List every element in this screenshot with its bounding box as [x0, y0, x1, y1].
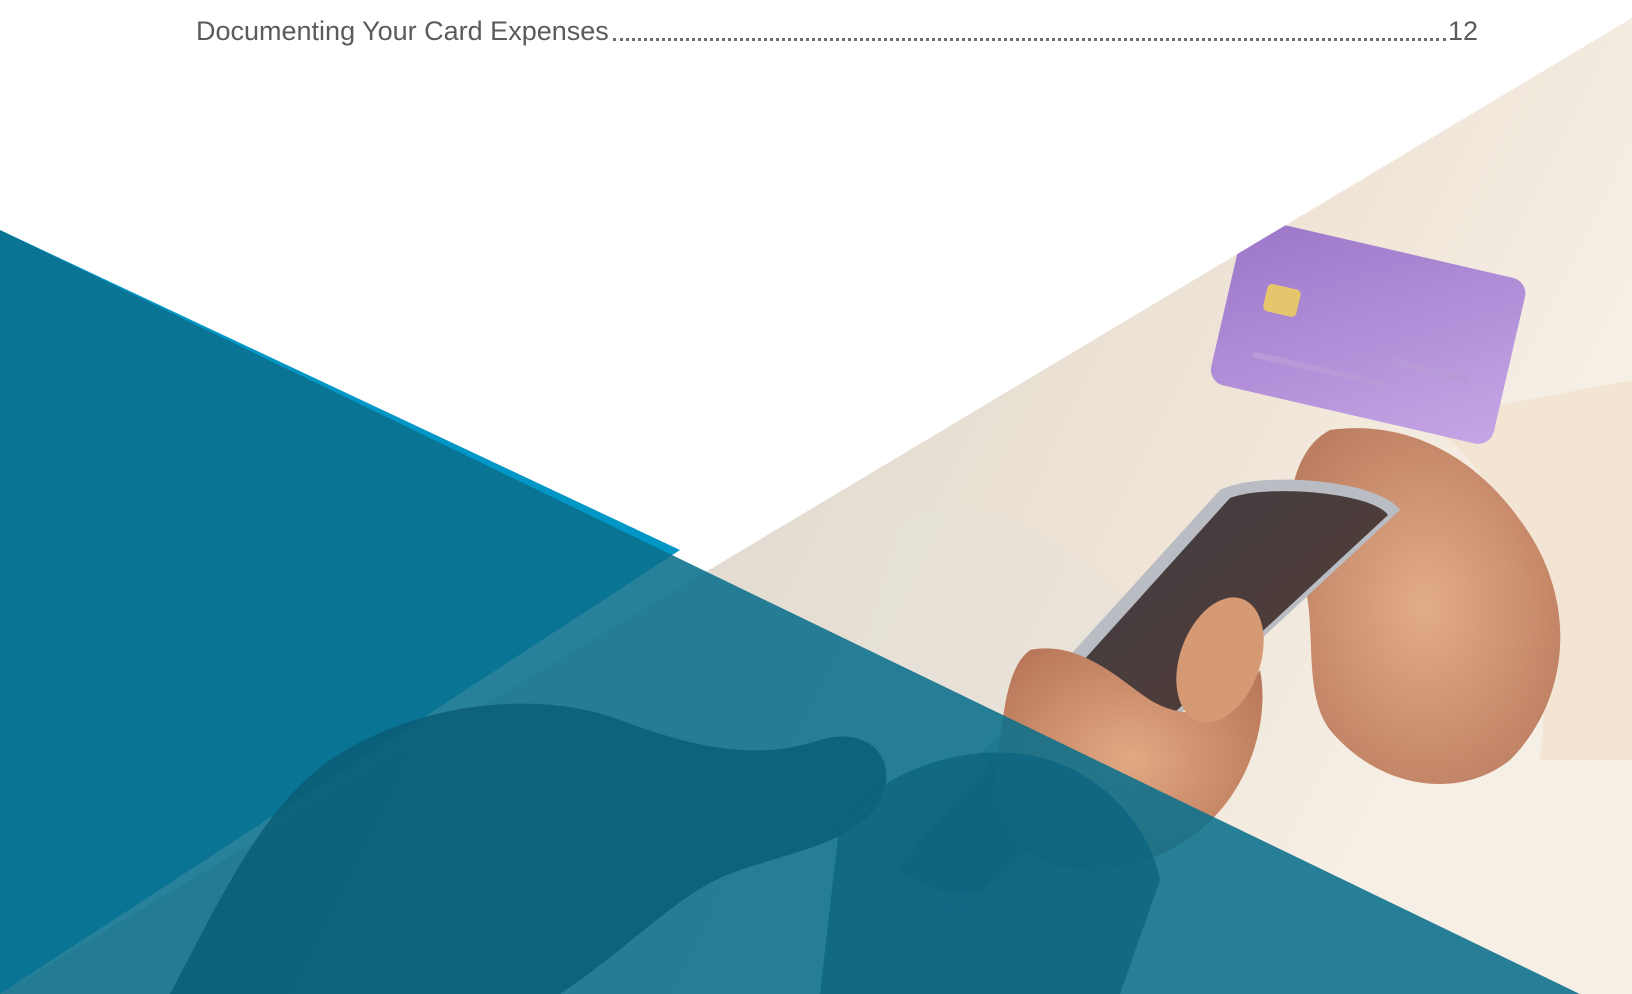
cover-graphic	[0, 18, 1632, 994]
toc-entry-title: Documenting Your Card Expenses	[196, 16, 609, 46]
toc-entry[interactable]: Documenting Your Card Expenses 12	[196, 12, 1478, 48]
toc-leader-dots	[612, 38, 1446, 41]
toc-entry-page: 12	[1447, 16, 1478, 46]
